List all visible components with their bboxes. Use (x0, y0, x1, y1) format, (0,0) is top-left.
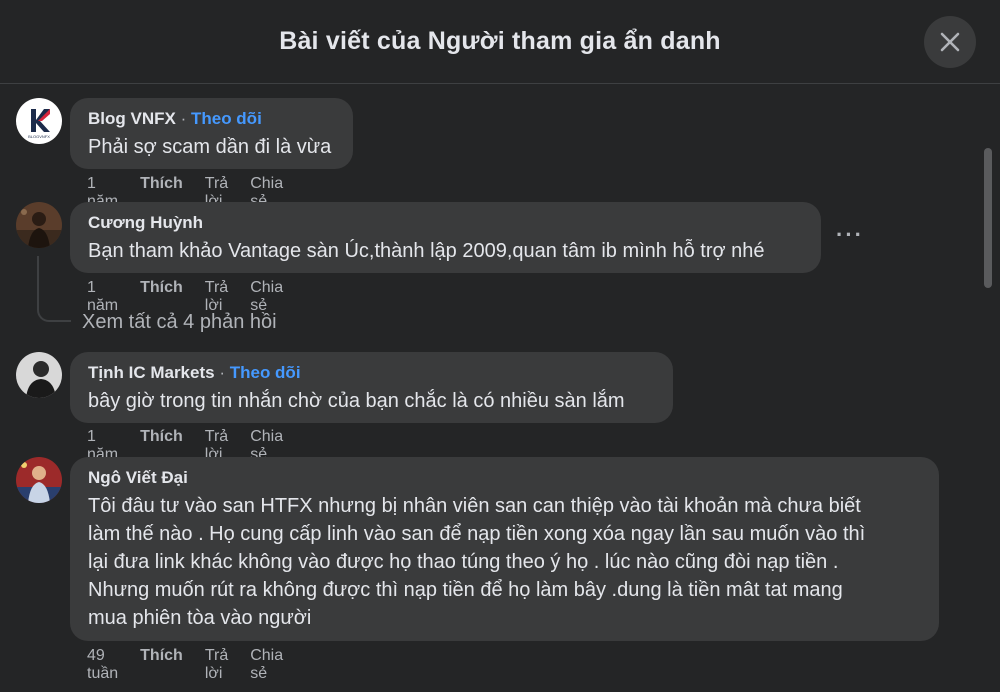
reply-button[interactable]: Trả lời (205, 647, 228, 683)
comment-text: Bạn tham khảo Vantage sàn Úc,thành lập 2… (88, 240, 765, 262)
like-button[interactable]: Thích (140, 647, 183, 683)
avatar[interactable] (16, 352, 62, 398)
reply-thread-line (37, 256, 71, 322)
profile-photo-icon (16, 202, 62, 248)
modal-header: Bài viết của Người tham gia ẩn danh (0, 0, 1000, 84)
comment-time[interactable]: 49 tuần (87, 647, 118, 683)
comment-actions: 1 năm Thích Trả lời Chia sẻ (87, 279, 305, 315)
comment-bubble: Tịnh IC Markets · Theo dõi bây giờ trong… (70, 352, 673, 423)
more-horizontal-icon: ··· (836, 222, 864, 247)
close-icon (940, 32, 960, 52)
close-button[interactable] (924, 16, 976, 68)
comment-text: Tôi đâu tư vào san HTFX nhưng bị nhân vi… (88, 495, 866, 629)
view-replies-link[interactable]: Xem tất cả 4 phản hồi (82, 311, 277, 334)
avatar[interactable]: BLOGVNFX (16, 98, 62, 144)
comment-author[interactable]: Tịnh IC Markets (88, 363, 215, 382)
comment-time[interactable]: 1 năm (87, 279, 118, 315)
scrollbar-thumb[interactable] (984, 148, 992, 288)
avatar[interactable] (16, 457, 62, 503)
reply-button[interactable]: Trả lời (205, 279, 228, 315)
comment-text: Phải sợ scam dần đi là vừa (88, 136, 332, 158)
share-button[interactable]: Chia sẻ (250, 279, 283, 315)
comment-actions: 49 tuần Thích Trả lời Chia sẻ (87, 647, 305, 683)
svg-text:BLOGVNFX: BLOGVNFX (28, 134, 50, 139)
comment-author[interactable]: Cương Huỳnh (88, 212, 805, 234)
modal-title: Bài viết của Người tham gia ẩn danh (279, 27, 721, 55)
post-modal: Bài viết của Người tham gia ẩn danh BLOG… (0, 0, 1000, 692)
comment-author[interactable]: Blog VNFX (88, 109, 176, 128)
like-button[interactable]: Thích (140, 279, 183, 315)
avatar[interactable] (16, 202, 62, 248)
share-button[interactable]: Chia sẻ (250, 647, 283, 683)
follow-link[interactable]: Theo dõi (191, 109, 262, 128)
follow-link[interactable]: Theo dõi (230, 363, 301, 382)
profile-photo-icon (16, 352, 62, 398)
comment-author[interactable]: Ngô Viết Đại (88, 467, 923, 489)
more-options-button[interactable]: ··· (836, 222, 864, 248)
blog-vnfx-logo-icon: BLOGVNFX (28, 109, 50, 139)
comment-text: bây giờ trong tin nhắn chờ của bạn chắc … (88, 390, 625, 412)
profile-photo-icon (16, 457, 62, 503)
comment-bubble: Blog VNFX · Theo dõi Phải sợ scam dần đi… (70, 98, 353, 169)
comment-bubble: Ngô Viết Đại Tôi đâu tư vào san HTFX như… (70, 457, 939, 641)
comment-bubble: Cương Huỳnh Bạn tham khảo Vantage sàn Úc… (70, 202, 821, 273)
